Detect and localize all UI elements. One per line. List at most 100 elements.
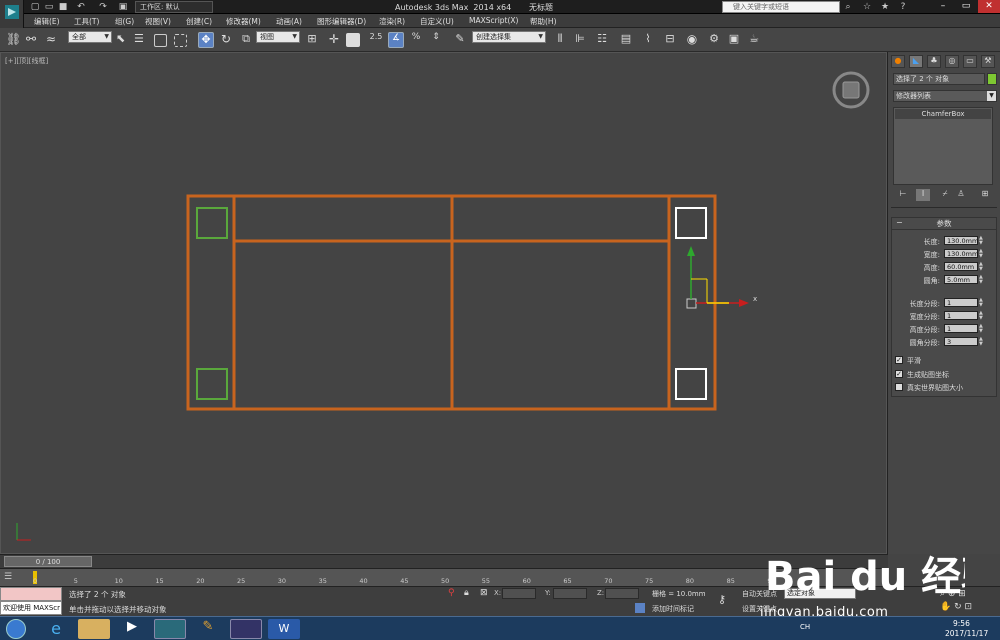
menu-animation[interactable]: 动画(A)	[276, 16, 302, 27]
graphite-tools-icon[interactable]: ▤	[618, 32, 634, 48]
modify-tab-icon[interactable]: ◣	[909, 55, 923, 68]
viewport-top[interactable]: [+][顶][线框] x	[0, 52, 887, 554]
redo-icon[interactable]: ↷	[98, 2, 108, 12]
height-spinner[interactable]: ▲ ▼	[979, 262, 985, 272]
bind-space-warp-icon[interactable]: ≈	[46, 32, 62, 48]
search-icon[interactable]: ⌕	[843, 2, 853, 12]
height-field[interactable]: 60.0mm	[944, 262, 978, 271]
fillet-segs-spinner[interactable]: ▲ ▼	[979, 337, 985, 347]
mirror-icon[interactable]: ⫴	[552, 32, 568, 48]
material-editor-icon[interactable]: ◉	[684, 32, 700, 48]
screenshot-tool-icon[interactable]	[230, 619, 262, 639]
menu-graph-editors[interactable]: 图形编辑器(D)	[317, 16, 366, 27]
add-time-tag-icon[interactable]	[635, 603, 645, 613]
select-and-move-icon[interactable]: ✥	[198, 32, 214, 48]
spinner-snap-icon[interactable]: ⇕	[428, 32, 444, 48]
length-spinner[interactable]: ▲ ▼	[979, 236, 985, 246]
communication-center-icon[interactable]: ☆	[862, 2, 872, 12]
motion-tab-icon[interactable]: ◎	[945, 55, 959, 68]
display-tab-icon[interactable]: ▭	[963, 55, 977, 68]
menu-customize[interactable]: 自定义(U)	[420, 16, 454, 27]
menu-maxscript[interactable]: MAXScript(X)	[469, 16, 518, 25]
keyboard-shortcut-override-icon[interactable]	[346, 33, 360, 47]
schematic-view-icon[interactable]: ⊟	[662, 32, 678, 48]
add-time-tag-button[interactable]: 添加时间标记	[652, 604, 694, 614]
utilities-tab-icon[interactable]: ⚒	[981, 55, 995, 68]
select-object-icon[interactable]: ⬉	[116, 32, 132, 48]
width-field[interactable]: 130.0mm	[944, 249, 978, 258]
isolate-selection-icon[interactable]: ⚲	[448, 588, 455, 598]
selection-lock-icon[interactable]: 🔒︎	[464, 588, 469, 598]
length-field[interactable]: 130.0mm	[944, 236, 978, 245]
rectangular-selection-icon[interactable]	[154, 34, 167, 47]
height-segs-spinner[interactable]: ▲ ▼	[979, 324, 985, 334]
favorites-icon[interactable]: ★	[880, 2, 890, 12]
percent-snap-icon[interactable]: %	[408, 32, 424, 48]
render-setup-icon[interactable]: ⚙	[706, 32, 722, 48]
link-icon[interactable]: ⛓	[6, 32, 22, 48]
hierarchy-tab-icon[interactable]: ♣	[927, 55, 941, 68]
workspace-dropdown[interactable]: 工作区: 默认	[135, 1, 213, 13]
track-bar[interactable]: ☰ 0 5 10 15 20 25 30 35 40 45 50 55 60 65 70 75 80 85 90	[0, 568, 888, 586]
3dsmax-task-icon[interactable]	[154, 619, 186, 639]
make-unique-icon[interactable]: ⌿	[938, 189, 952, 201]
maximize-button[interactable]: ▭	[955, 0, 977, 13]
show-end-result-icon[interactable]: I	[916, 189, 930, 201]
search-input[interactable]: 键入关键字或短语	[722, 1, 840, 13]
absolute-mode-icon[interactable]: ⊠	[480, 588, 488, 598]
modifier-list-dropdown[interactable]: 修改器列表	[893, 90, 997, 102]
select-manipulate-icon[interactable]: ✛	[326, 32, 342, 48]
named-selection-dropdown[interactable]: 创建选择集	[472, 31, 546, 43]
gen-mapping-checkbox[interactable]: ✓	[895, 370, 903, 378]
rollout-title[interactable]: 参数	[892, 218, 996, 230]
edit-named-sel-icon[interactable]: ✎	[452, 32, 468, 48]
ie-icon[interactable]: e	[40, 619, 72, 639]
layer-manager-icon[interactable]: ☷	[594, 32, 610, 48]
render-production-icon[interactable]: ☕	[746, 32, 762, 48]
y-coord-field[interactable]	[553, 588, 587, 599]
height-segs-field[interactable]: 1	[944, 324, 978, 333]
time-slider[interactable]: 0 / 100	[0, 554, 888, 568]
select-by-name-icon[interactable]: ☰	[134, 32, 150, 48]
z-coord-field[interactable]	[605, 588, 639, 599]
width-segs-spinner[interactable]: ▲ ▼	[979, 311, 985, 321]
pivot-center-icon[interactable]: ⊞	[304, 32, 320, 48]
menu-help[interactable]: 帮助(H)	[530, 16, 557, 27]
word-icon[interactable]: W	[268, 619, 300, 639]
modifier-stack-item[interactable]: ChamferBox	[895, 109, 991, 119]
clock-time[interactable]: 9:56	[953, 619, 970, 628]
help-icon[interactable]: ?	[898, 2, 908, 12]
maxscript-listener[interactable]: 欢迎使用 MAXScr	[0, 601, 62, 615]
minimize-button[interactable]: –	[932, 0, 954, 13]
curve-editor-icon[interactable]: ⌇	[640, 32, 656, 48]
app-logo-icon[interactable]	[0, 0, 24, 28]
reference-coordinate-dropdown[interactable]: 视图	[256, 31, 300, 43]
fillet-spinner[interactable]: ▲ ▼	[979, 275, 985, 285]
unlink-icon[interactable]: ⚯	[26, 32, 42, 48]
pin-stack-icon[interactable]: ⊢	[896, 189, 910, 201]
menu-modifiers[interactable]: 修改器(M)	[226, 16, 261, 27]
fillet-segs-field[interactable]: 3	[944, 337, 978, 346]
hold-icon[interactable]: ▣	[118, 2, 128, 12]
align-icon[interactable]: ⊫	[572, 32, 588, 48]
create-tab-icon[interactable]: ●	[891, 55, 905, 68]
menu-rendering[interactable]: 渲染(R)	[379, 16, 405, 27]
scene-objects[interactable]: x	[1, 53, 888, 555]
paint-icon[interactable]: ✎	[192, 619, 224, 639]
menu-group[interactable]: 组(G)	[115, 16, 134, 27]
start-button-icon[interactable]	[6, 619, 26, 639]
media-player-icon[interactable]: ▶	[116, 619, 148, 639]
collapse-icon[interactable]: −	[896, 218, 903, 227]
close-button[interactable]: ✕	[978, 0, 1000, 13]
new-file-icon[interactable]: ▢	[30, 2, 40, 12]
undo-icon[interactable]: ↶	[76, 2, 86, 12]
fillet-field[interactable]: 5.0mm	[944, 275, 978, 284]
select-and-scale-icon[interactable]: ⧉	[238, 32, 254, 48]
clock-date[interactable]: 2017/11/17	[945, 629, 988, 638]
window-crossing-icon[interactable]	[174, 34, 187, 47]
object-color-swatch[interactable]	[987, 73, 997, 85]
select-and-rotate-icon[interactable]: ↻	[218, 32, 234, 48]
selection-filter-dropdown[interactable]: 全部	[68, 31, 112, 43]
menu-create[interactable]: 创建(C)	[186, 16, 212, 27]
selection-name-field[interactable]: 选择了 2 个 对象	[893, 73, 985, 85]
